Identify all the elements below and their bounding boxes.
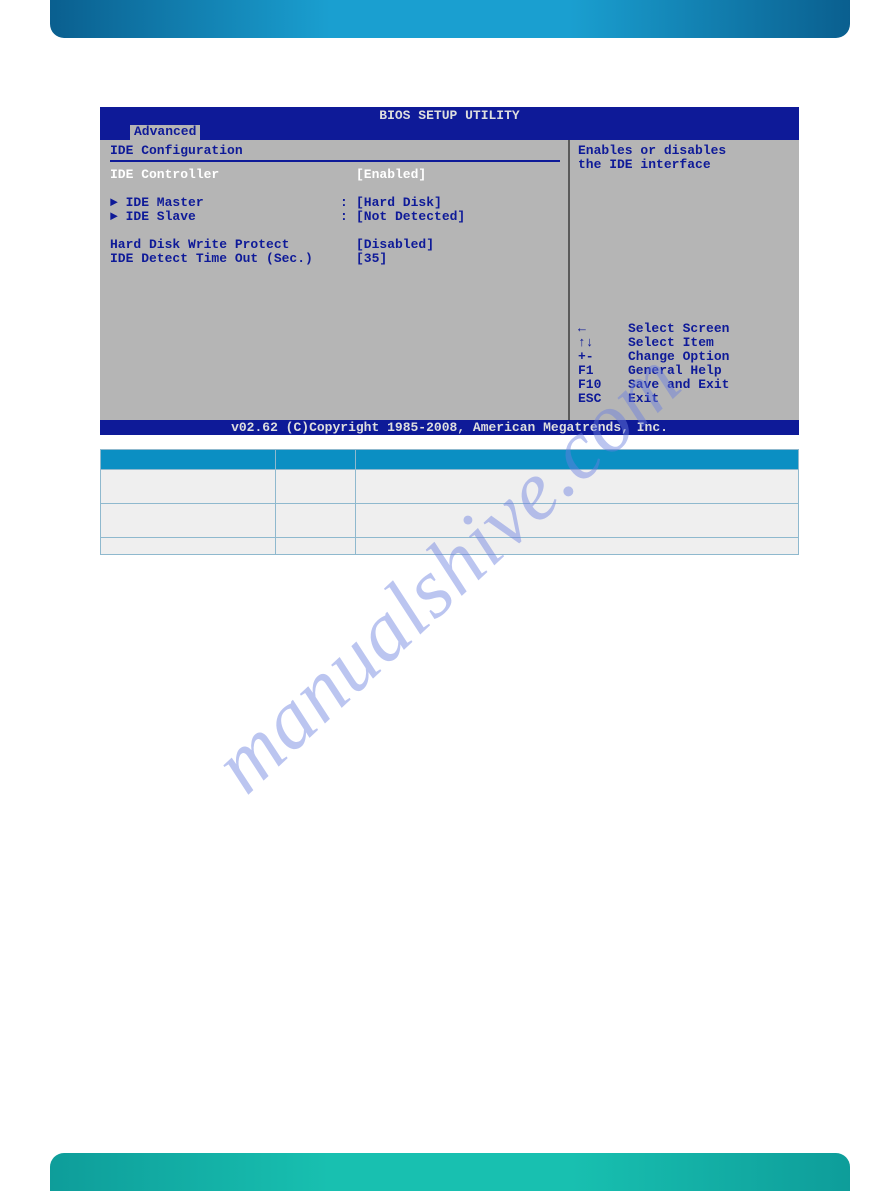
bios-setting-label: ► IDE Slave [110,210,340,224]
bios-section-title: IDE Configuration [110,144,560,158]
bottom-banner [50,1153,850,1191]
bios-help-panel: Enables or disables the IDE interface ←S… [570,140,799,420]
bios-setting-row: ► IDE Slave:[Not Detected] [110,210,560,224]
bios-setting-row: ► IDE Master:[Hard Disk] [110,196,560,210]
bios-setting-value: [Not Detected] [356,210,465,224]
bios-footer: v02.62 (C)Copyright 1985-2008, American … [100,420,799,435]
bios-help-text: Enables or disables [578,144,791,158]
top-banner [50,0,850,38]
table-cell [356,504,799,538]
bios-nav-key: ESC [578,392,628,406]
bios-spacer [110,224,560,238]
bios-nav-action: Exit [628,392,659,406]
bios-spacer [110,182,560,196]
bios-setting-sep [340,168,356,182]
bios-setting-value: [Enabled] [356,168,426,182]
bios-nav-action: General Help [628,364,722,378]
bios-setting-row: IDE Detect Time Out (Sec.) [35] [110,252,560,266]
bios-nav-keys: ←Select Screen↑↓Select Item+-Change Opti… [578,322,791,406]
bios-setup-screenshot: BIOS SETUP UTILITY Advanced IDE Configur… [100,107,799,432]
bios-nav-row: ↑↓Select Item [578,336,791,350]
bios-title: BIOS SETUP UTILITY [100,107,799,125]
bios-nav-action: Change Option [628,350,729,364]
bios-setting-label: IDE Controller [110,168,340,182]
bios-setting-sep [340,238,356,252]
bios-nav-key: ← [578,322,628,336]
bios-nav-row: F1General Help [578,364,791,378]
table-cell [276,504,356,538]
feature-table [100,449,799,555]
bios-help-text: the IDE interface [578,158,791,172]
bios-nav-key: F10 [578,378,628,392]
table-header-row [101,450,799,470]
bios-setting-sep [340,252,356,266]
table-row [101,504,799,538]
bios-main-panel: IDE Configuration IDE Controller [Enable… [100,140,570,420]
bios-nav-row: ESCExit [578,392,791,406]
bios-nav-key: F1 [578,364,628,378]
bios-setting-value: [35] [356,252,387,266]
table-cell [356,538,799,555]
table-row [101,538,799,555]
bios-nav-action: Save and Exit [628,378,729,392]
bios-setting-value: [Hard Disk] [356,196,442,210]
bios-menubar: Advanced [100,125,799,140]
table-header [276,450,356,470]
table-header [356,450,799,470]
bios-setting-label: IDE Detect Time Out (Sec.) [110,252,340,266]
table-cell [276,470,356,504]
table-cell [101,470,276,504]
bios-tab-advanced: Advanced [130,125,200,140]
bios-nav-action: Select Screen [628,322,729,336]
bios-nav-action: Select Item [628,336,714,350]
table-cell [276,538,356,555]
table-cell [101,538,276,555]
table-row [101,470,799,504]
bios-nav-key: +- [578,350,628,364]
table-cell [356,470,799,504]
table-cell [101,504,276,538]
bios-setting-sep: : [340,196,356,210]
bios-nav-row: F10Save and Exit [578,378,791,392]
bios-setting-row: Hard Disk Write Protect [Disabled] [110,238,560,252]
bios-setting-sep: : [340,210,356,224]
bios-nav-key: ↑↓ [578,336,628,350]
bios-setting-row: IDE Controller [Enabled] [110,168,560,182]
bios-setting-label: ► IDE Master [110,196,340,210]
bios-nav-row: +-Change Option [578,350,791,364]
bios-nav-row: ←Select Screen [578,322,791,336]
bios-divider [110,160,560,162]
bios-setting-value: [Disabled] [356,238,434,252]
bios-setting-label: Hard Disk Write Protect [110,238,340,252]
bios-body: IDE Configuration IDE Controller [Enable… [100,140,799,420]
table-header [101,450,276,470]
